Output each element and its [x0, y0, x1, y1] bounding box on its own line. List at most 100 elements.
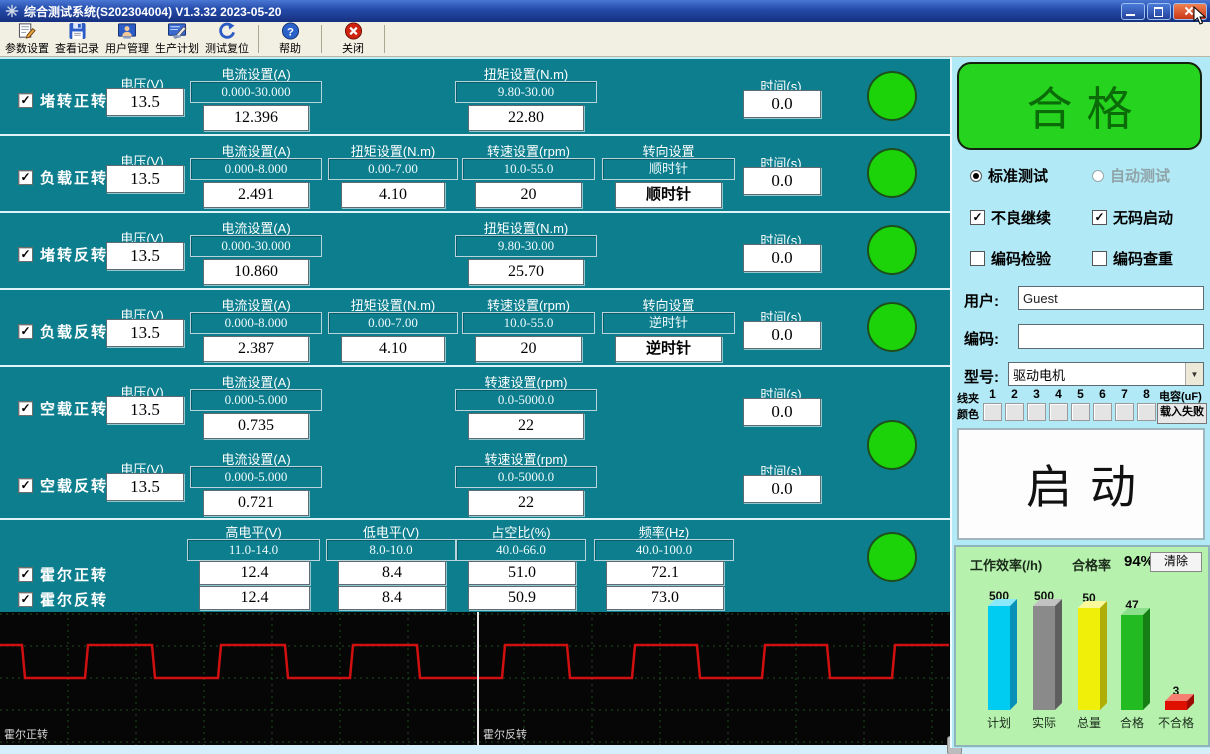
clamp-color-box — [983, 403, 1002, 421]
range-display: 9.80-30.00 — [455, 81, 597, 103]
checkbox-checked-icon[interactable] — [18, 170, 33, 185]
checkbox-checked-icon[interactable] — [18, 93, 33, 108]
clamp-number: 2 — [1005, 387, 1024, 401]
bar-total: 50 总量 — [1067, 591, 1111, 731]
clamp-color-box — [1137, 403, 1156, 421]
help-button[interactable]: ? 帮助 — [265, 22, 315, 56]
clamp-color-box — [1049, 403, 1068, 421]
range-display: 10.0-55.0 — [462, 312, 595, 334]
scope-trace-forward — [0, 612, 477, 745]
svg-text:?: ? — [287, 26, 294, 38]
radio-auto-test[interactable]: 自动测试 — [1092, 165, 1170, 186]
row-checkbox-group[interactable]: 堵转正转 — [18, 90, 108, 111]
scope-panel-forward: 霍尔正转 — [0, 612, 477, 745]
checkbox-start-without-code[interactable]: 无码启动 — [1092, 207, 1173, 228]
result-badge: 合格 — [957, 62, 1202, 150]
range-display: 0.000-5.000 — [190, 466, 322, 488]
row-checkbox-group[interactable]: 霍尔正转 — [18, 564, 108, 585]
scope-label: 霍尔反转 — [483, 726, 527, 742]
radio-icon[interactable] — [1092, 170, 1104, 182]
checkbox-icon[interactable] — [970, 251, 985, 266]
range-display: 9.80-30.00 — [455, 235, 597, 257]
bar-category: 实际 — [1032, 714, 1056, 731]
radio-label: 标准测试 — [988, 165, 1048, 186]
checkbox-code-verify[interactable]: 编码检验 — [970, 248, 1051, 269]
scope-trace-reverse — [479, 612, 949, 745]
checkbox-checked-icon[interactable] — [970, 210, 985, 225]
measured-value: 顺时针 — [615, 182, 722, 208]
speed-cell: 转速设置(rpm) 10.0-55.0 20 — [462, 136, 595, 211]
bar-fail: 3 不合格 — [1154, 684, 1198, 731]
checkbox-checked-icon[interactable] — [18, 247, 33, 262]
measured-value: 12.396 — [203, 105, 309, 131]
maximize-button[interactable] — [1147, 3, 1171, 20]
start-button[interactable]: 启动 — [957, 428, 1205, 540]
voltage-value[interactable]: 13.5 — [106, 396, 184, 424]
torque-cell: 扭矩设置(N.m) 0.00-7.00 4.10 — [328, 290, 458, 365]
hall-value: 8.4 — [338, 586, 446, 610]
range-display: 0.0-5000.0 — [455, 466, 597, 488]
bar — [1033, 606, 1055, 710]
range-display: 顺时针 — [602, 158, 735, 180]
chevron-down-icon[interactable]: ▼ — [1185, 363, 1203, 385]
records-button[interactable]: 查看记录 — [52, 22, 102, 56]
checkbox-checked-icon[interactable] — [18, 324, 33, 339]
row-checkbox-group[interactable]: 空载正转 — [18, 398, 108, 419]
bar-category: 总量 — [1077, 714, 1101, 731]
row-checkbox-group[interactable]: 堵转反转 — [18, 244, 108, 265]
time-value: 0.0 — [743, 398, 821, 426]
checkbox-checked-icon[interactable] — [1092, 210, 1107, 225]
settings-button[interactable]: 参数设置 — [2, 22, 52, 56]
radio-standard-test[interactable]: 标准测试 — [970, 165, 1048, 186]
voltage-value[interactable]: 13.5 — [106, 242, 184, 270]
speed-cell: 转速设置(rpm) 0.0-5000.0 22 — [455, 444, 597, 520]
voltage-value[interactable]: 13.5 — [106, 473, 184, 501]
status-indicator — [867, 148, 917, 198]
user-management-button[interactable]: 用户管理 — [102, 22, 152, 56]
stats-panel: 工作效率(/h) 合格率 94% 清除 500 计划 500 实际 50 总量 … — [954, 545, 1210, 747]
exit-button[interactable]: 关闭 — [328, 22, 378, 56]
measured-value: 20 — [475, 182, 582, 208]
radio-selected-icon[interactable] — [970, 170, 982, 182]
clamp-numbers: 1 2 3 4 5 6 7 8 — [983, 387, 1156, 401]
row-checkbox-group[interactable]: 负载反转 — [18, 321, 108, 342]
test-section-lock-forward: 堵转正转 电压(V) 13.5 电流设置(A) 0.000-30.000 12.… — [0, 59, 950, 136]
measured-value: 0.735 — [203, 413, 309, 439]
checkbox-checked-icon[interactable] — [18, 592, 33, 607]
range-display: 0.00-7.00 — [328, 312, 458, 334]
checkbox-checked-icon[interactable] — [18, 478, 33, 493]
code-input[interactable] — [1018, 324, 1204, 349]
row-checkbox-group[interactable]: 空载反转 — [18, 475, 108, 496]
voltage-value[interactable]: 13.5 — [106, 88, 184, 116]
status-indicator — [867, 225, 917, 275]
user-input[interactable] — [1018, 286, 1204, 310]
checkbox-continue-on-fail[interactable]: 不良继续 — [970, 207, 1051, 228]
checkbox-icon[interactable] — [1092, 251, 1107, 266]
radio-label: 自动测试 — [1110, 165, 1170, 186]
row-checkbox-group[interactable]: 霍尔反转 — [18, 589, 108, 610]
control-panel: 合格 标准测试 自动测试 不良继续 无码启动 编码检验 编码查重 用户: 编码: — [950, 57, 1210, 748]
checkbox-code-duplicate[interactable]: 编码查重 — [1092, 248, 1173, 269]
load-fixture-button[interactable]: 载入失败 — [1157, 403, 1207, 424]
checkbox-checked-icon[interactable] — [18, 401, 33, 416]
time-value: 0.0 — [743, 321, 821, 349]
pass-rate-label: 合格率 — [1072, 555, 1111, 574]
clear-button[interactable]: 清除 — [1150, 552, 1202, 572]
voltage-value[interactable]: 13.5 — [106, 165, 184, 193]
range-display: 逆时针 — [602, 312, 735, 334]
test-reset-button[interactable]: 测试复位 — [202, 22, 252, 56]
model-label: 型号: — [964, 366, 999, 387]
row-checkbox-group[interactable]: 负载正转 — [18, 167, 108, 188]
checkbox-checked-icon[interactable] — [18, 567, 33, 582]
production-plan-button[interactable]: 生产计划 — [152, 22, 202, 56]
range-display: 0.000-30.000 — [190, 235, 322, 257]
model-select[interactable]: 驱动电机 ▼ — [1008, 362, 1204, 386]
minimize-button[interactable] — [1121, 3, 1145, 20]
speed-cell: 转速设置(rpm) 0.0-5000.0 22 — [455, 367, 597, 444]
voltage-value[interactable]: 13.5 — [106, 319, 184, 347]
test-sections: 堵转正转 电压(V) 13.5 电流设置(A) 0.000-30.000 12.… — [0, 57, 950, 612]
bar-category: 不合格 — [1158, 714, 1194, 731]
test-section-lock-reverse: 堵转反转 电压(V) 13.5 电流设置(A) 0.000-30.000 10.… — [0, 213, 950, 290]
measured-value: 4.10 — [341, 182, 445, 208]
clamp-color-boxes — [983, 403, 1156, 421]
